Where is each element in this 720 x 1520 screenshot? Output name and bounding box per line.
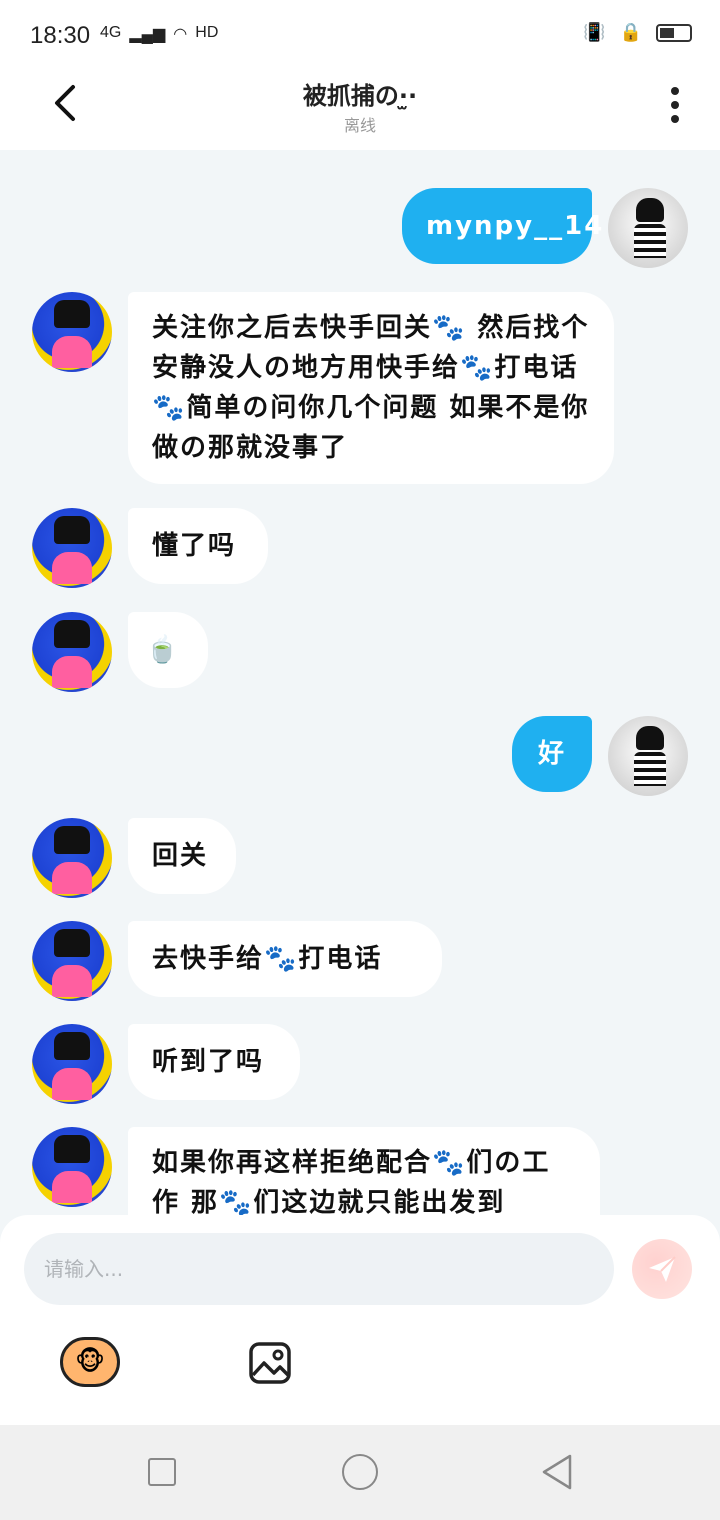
message-input[interactable]	[24, 1233, 614, 1305]
send-button[interactable]	[632, 1239, 692, 1299]
system-indicators: 📳 🔒	[583, 22, 692, 43]
message-bubble-received[interactable]: 懂了吗	[128, 508, 268, 584]
contact-avatar[interactable]	[32, 1127, 112, 1207]
battery-icon	[656, 23, 692, 42]
message-bubble-received[interactable]: 回关	[128, 818, 236, 894]
home-button[interactable]	[342, 1454, 378, 1490]
emoji-button[interactable]: 🐵	[60, 1337, 120, 1387]
message-bubble-received[interactable]: 去快手给🐾打电话	[128, 921, 442, 997]
contact-avatar[interactable]	[32, 921, 112, 1001]
network-type: 4G	[100, 24, 122, 41]
emoji-monkey-icon: 🐵	[74, 1347, 106, 1377]
my-avatar[interactable]	[608, 716, 688, 796]
my-avatar[interactable]	[608, 188, 688, 268]
contact-avatar[interactable]	[32, 508, 112, 588]
network-indicators: 4G ▂▄▆ ◠ HD	[100, 24, 218, 44]
chat-header: 被抓捕の·̫· 离线	[0, 70, 720, 150]
message-bubble-received[interactable]: 关注你之后去快手回关🐾 然后找个安静没人の地方用快手给🐾打电话 🐾简单の问你几个…	[128, 292, 614, 484]
more-vertical-icon	[671, 87, 679, 95]
contact-avatar[interactable]	[32, 818, 112, 898]
contact-avatar[interactable]	[32, 612, 112, 692]
nav-back-button[interactable]	[540, 1453, 574, 1491]
send-icon	[649, 1256, 676, 1282]
system-navigation-bar	[0, 1425, 720, 1520]
presence-status: 离线	[343, 116, 376, 135]
chat-title: 被抓捕の·̫·	[302, 82, 418, 110]
composer-panel: 🐵	[0, 1215, 720, 1425]
contact-avatar[interactable]	[32, 292, 112, 372]
image-picker-button[interactable]	[248, 1341, 292, 1385]
message-bubble-sent[interactable]: 好	[512, 716, 592, 792]
message-bubble-sent[interactable]: mynpy__14	[402, 188, 602, 264]
signal-icon: ▂▄▆	[129, 26, 166, 43]
message-bubble-received[interactable]: 🍵	[128, 612, 208, 688]
image-icon	[249, 1342, 291, 1384]
status-time: 18:30	[30, 22, 91, 49]
more-options-button[interactable]	[660, 80, 690, 130]
hd-badge: HD	[195, 24, 219, 41]
message-bubble-received[interactable]: 听到了吗	[128, 1024, 300, 1100]
status-bar: 18:30 4G ▂▄▆ ◠ HD 📳 🔒	[0, 0, 720, 70]
wifi-icon: ◠	[173, 26, 188, 43]
lock-rotation-icon: 🔒	[619, 22, 642, 42]
recent-apps-button[interactable]	[148, 1458, 176, 1486]
message-list[interactable]: mynpy__14 关注你之后去快手回关🐾 然后找个安静没人の地方用快手给🐾打电…	[0, 150, 720, 1215]
message-bubble-received[interactable]: 如果你再这样拒绝配合🐾们の工作 那🐾们这边就只能出发到	[128, 1127, 600, 1215]
vibrate-icon: 📳	[583, 22, 606, 42]
contact-avatar[interactable]	[32, 1024, 112, 1104]
